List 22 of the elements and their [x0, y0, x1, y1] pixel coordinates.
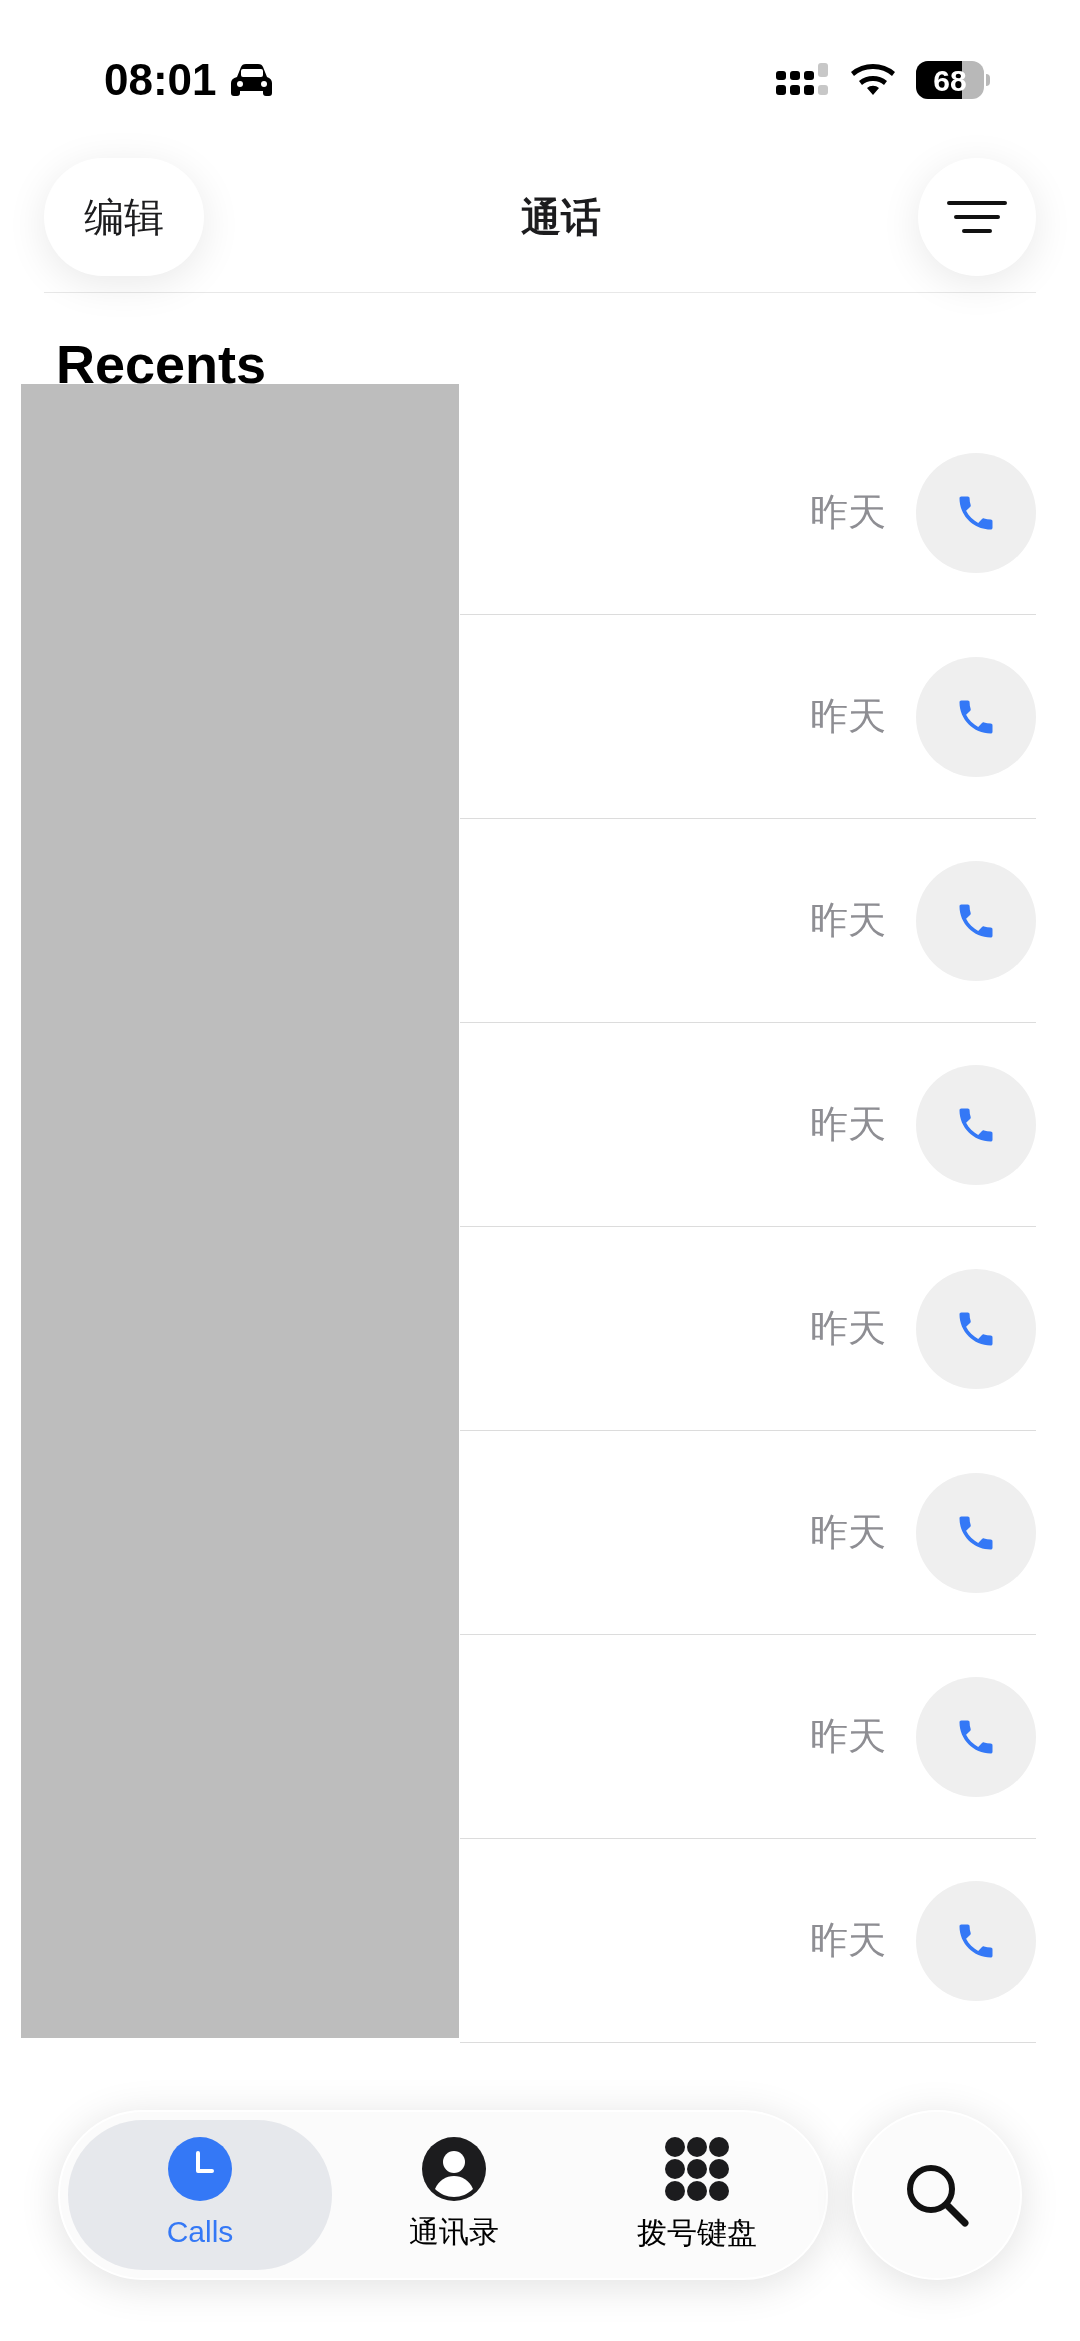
car-icon [228, 63, 275, 97]
call-time: 昨天 [810, 694, 886, 739]
tab[interactable]: 通讯录 [332, 2120, 575, 2270]
call-time: 昨天 [810, 1306, 886, 1351]
section-title: Recents [56, 334, 267, 394]
keypad-icon [663, 2135, 730, 2202]
status-time: 08:01 [104, 54, 217, 106]
clock-icon [168, 2136, 232, 2201]
call-time: 昨天 [810, 1714, 886, 1759]
call-time: 昨天 [810, 490, 886, 535]
call-time: 昨天 [810, 1510, 886, 1555]
tab[interactable]: 拨号键盘 [575, 2120, 818, 2270]
search-icon [904, 2162, 970, 2228]
call-time: 昨天 [810, 898, 886, 943]
call-time: 昨天 [810, 1918, 886, 1963]
signal-icon [776, 63, 830, 97]
person-icon [421, 2136, 486, 2201]
wifi-icon [850, 63, 896, 97]
call-time: 昨天 [810, 1102, 886, 1147]
screen-title: 通话 [521, 194, 601, 241]
filter-icon [947, 200, 1007, 234]
edit-button[interactable]: 编辑 [44, 158, 204, 276]
